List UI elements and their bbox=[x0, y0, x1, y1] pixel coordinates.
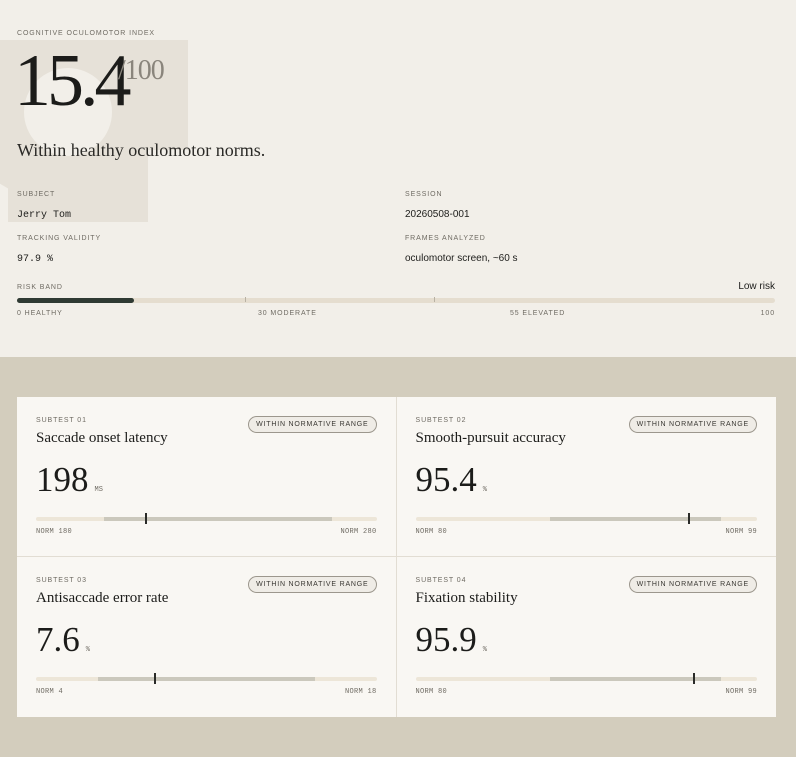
risk-band-level: Low risk bbox=[738, 281, 775, 292]
subtest-number: 198 bbox=[36, 460, 89, 499]
subtest-unit: % bbox=[482, 646, 487, 654]
status-badge: Within normative range bbox=[628, 576, 757, 593]
risk-band-fill bbox=[17, 298, 134, 303]
index-verdict: Within healthy oculomotor norms. bbox=[17, 140, 266, 160]
norm-high-label: NORM 280 bbox=[340, 528, 377, 536]
norm-low-label: NORM 4 bbox=[36, 688, 64, 696]
subtest-value: 198 MS bbox=[36, 460, 103, 500]
current-value-marker bbox=[145, 513, 148, 524]
norm-scale bbox=[36, 513, 377, 524]
subtest-unit: MS bbox=[94, 486, 103, 494]
risk-scale-healthy: 0 Healthy bbox=[17, 310, 63, 317]
current-value-marker bbox=[692, 673, 695, 684]
norm-range-band bbox=[98, 677, 315, 681]
norm-low-label: NORM 80 bbox=[415, 688, 448, 696]
subtest-title: Smooth-pursuit accuracy bbox=[415, 430, 566, 446]
subtest-title: Saccade onset latency bbox=[36, 430, 168, 446]
risk-band-tick-55 bbox=[434, 297, 435, 302]
subtest-value: 95.9 % bbox=[416, 620, 487, 660]
meta-session: Session 20260508-001 bbox=[405, 191, 470, 222]
subtest-eyebrow: Subtest 01 bbox=[36, 417, 87, 424]
current-value-marker bbox=[688, 513, 691, 524]
subtest-eyebrow: Subtest 02 bbox=[415, 417, 467, 424]
status-badge: Within normative range bbox=[248, 576, 377, 593]
index-score: 15.4 bbox=[14, 40, 131, 122]
status-badge: Within normative range bbox=[248, 416, 377, 433]
subtest-card: Subtest 02 Within normative range Smooth… bbox=[396, 397, 776, 557]
subtest-unit: % bbox=[85, 646, 90, 654]
meta-subject-label: Subject bbox=[17, 191, 56, 198]
subtest-card: Subtest 04 Within normative range Fixati… bbox=[397, 557, 777, 717]
meta-validity-value: 97.9 % bbox=[17, 254, 54, 265]
norm-scale bbox=[36, 673, 377, 684]
risk-scale-max: 100 bbox=[760, 310, 775, 317]
risk-scale-moderate: 30 Moderate bbox=[258, 310, 317, 317]
risk-band-label: Risk Band bbox=[17, 284, 63, 291]
subtest-value: 7.6 % bbox=[36, 620, 90, 660]
norm-range-band bbox=[550, 517, 721, 521]
subtest-grid: Subtest 01 Within normative range Saccad… bbox=[17, 397, 776, 717]
current-value-marker bbox=[153, 673, 156, 684]
meta-subject-value: Jerry Tom bbox=[17, 210, 72, 221]
subtest-value: 95.4 % bbox=[416, 460, 487, 500]
meta-frames: Frames Analyzed oculomotor screen, ~60 s bbox=[405, 235, 518, 266]
subtest-title: Antisaccade error rate bbox=[36, 590, 169, 606]
norm-high-label: NORM 99 bbox=[725, 528, 757, 536]
norm-high-label: NORM 99 bbox=[725, 688, 757, 696]
norm-range-band bbox=[104, 517, 332, 521]
risk-band-tick-30 bbox=[245, 297, 246, 302]
status-badge: Within normative range bbox=[628, 416, 757, 433]
subtest-card: Subtest 01 Within normative range Saccad… bbox=[17, 397, 397, 557]
subtest-card: Subtest 03 Within normative range Antisa… bbox=[17, 557, 397, 717]
norm-low-label: NORM 80 bbox=[415, 528, 448, 536]
subtest-number: 95.4 bbox=[415, 460, 477, 499]
norm-range-band bbox=[550, 677, 721, 681]
norm-high-label: NORM 18 bbox=[344, 688, 377, 696]
subtest-unit: % bbox=[482, 486, 487, 494]
subtest-number: 7.6 bbox=[36, 620, 80, 659]
subtest-eyebrow: Subtest 03 bbox=[36, 577, 87, 584]
meta-session-label: Session bbox=[405, 191, 443, 198]
risk-scale-elevated: 55 Elevated bbox=[510, 310, 566, 317]
meta-validity-label: Tracking Validity bbox=[17, 235, 102, 242]
subtest-number: 95.9 bbox=[415, 620, 477, 659]
risk-band-track bbox=[17, 297, 775, 303]
subtest-title: Fixation stability bbox=[415, 590, 518, 606]
norm-scale bbox=[415, 513, 757, 524]
meta-frames-label: Frames Analyzed bbox=[405, 235, 486, 242]
subtest-eyebrow: Subtest 04 bbox=[415, 577, 467, 584]
meta-subject: Subject Jerry Tom bbox=[17, 191, 71, 222]
meta-frames-value: oculomotor screen, ~60 s bbox=[405, 253, 518, 264]
index-label: Cognitive Oculomotor Index bbox=[17, 30, 156, 37]
meta-validity: Tracking Validity 97.9 % bbox=[17, 235, 101, 266]
meta-session-value: 20260508-001 bbox=[405, 209, 470, 220]
summary-panel: Cognitive Oculomotor Index 15.4 /100 Wit… bbox=[0, 0, 796, 357]
norm-low-label: NORM 180 bbox=[36, 528, 73, 536]
norm-scale bbox=[415, 673, 757, 684]
index-max: /100 bbox=[118, 55, 165, 86]
